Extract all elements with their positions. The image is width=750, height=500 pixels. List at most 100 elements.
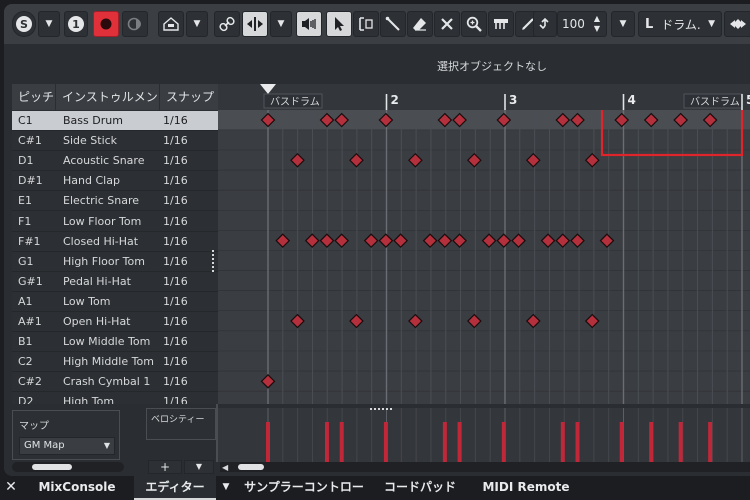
- left-locator-icon[interactable]: [260, 84, 276, 94]
- velocity-bar[interactable]: [560, 422, 565, 462]
- drum-list-row[interactable]: A1 Low Tom 1/16: [12, 292, 218, 312]
- record-button[interactable]: [93, 11, 119, 37]
- instrument-cell: Open Hi-Hat: [63, 315, 131, 328]
- snap-cell[interactable]: 1/16: [163, 352, 188, 372]
- drum-list-row[interactable]: C1 Bass Drum 1/16: [12, 111, 218, 131]
- snap-cell[interactable]: 1/16: [163, 272, 188, 292]
- drum-list-row[interactable]: D#1 Hand Clap 1/16: [12, 171, 218, 192]
- tab-mixconsole[interactable]: MixConsole: [22, 476, 132, 500]
- left-scrollbar[interactable]: [12, 462, 124, 472]
- horizontal-scrollbar-thumb[interactable]: [238, 464, 264, 470]
- snap-cell[interactable]: 1/16: [163, 332, 188, 352]
- drum-list-row[interactable]: B1 Low Middle Tom 1/16: [12, 332, 218, 353]
- drum-list-row[interactable]: G#1 Pedal Hi-Hat 1/16: [12, 272, 218, 292]
- velocity-lane-header[interactable]: ベロシティー: [146, 408, 216, 440]
- vertical-splitter-handle[interactable]: [212, 250, 215, 272]
- acoustic-feedback-button[interactable]: [296, 11, 322, 37]
- drum-list-row[interactable]: F#1 Closed Hi-Hat 1/16: [12, 232, 218, 252]
- close-zone-button[interactable]: ✕: [0, 476, 22, 500]
- scroll-left-icon[interactable]: ◀: [222, 463, 228, 472]
- editor-options-dropdown[interactable]: ▼: [186, 11, 208, 37]
- snap-cell[interactable]: 1/16: [163, 111, 188, 131]
- velocity-bar[interactable]: [339, 422, 344, 462]
- auto-scroll-button[interactable]: [242, 11, 268, 37]
- velocity-bar[interactable]: [708, 422, 713, 462]
- mute-tool[interactable]: [434, 11, 460, 37]
- velocity-bar[interactable]: [442, 422, 447, 462]
- zoom-dropdown[interactable]: ▼: [611, 11, 635, 37]
- auto-scroll-dropdown[interactable]: ▼: [270, 11, 292, 37]
- snap-cell[interactable]: 1/16: [163, 191, 188, 211]
- snap-cell[interactable]: 1/16: [163, 131, 188, 151]
- drumstick-tool[interactable]: [488, 11, 514, 37]
- monitor-icon: [127, 17, 141, 31]
- nudge-button[interactable]: [724, 11, 750, 37]
- instrument-cell: Closed Hi-Hat: [63, 234, 139, 248]
- snap-cell[interactable]: 1/16: [163, 232, 188, 252]
- left-scrollbar-thumb[interactable]: [32, 464, 72, 470]
- column-header-pitch[interactable]: ピッチ: [12, 84, 56, 110]
- column-header-instrument[interactable]: インストゥルメント: [56, 84, 160, 130]
- s-button[interactable]: S: [12, 11, 36, 37]
- drum-list-row[interactable]: D1 Acoustic Snare 1/16: [12, 151, 218, 172]
- drum-list-row[interactable]: C#1 Side Stick 1/16: [12, 131, 218, 152]
- snap-cell[interactable]: 1/16: [163, 292, 188, 312]
- map-selector[interactable]: GM Map ▼: [19, 437, 115, 455]
- velocity-lane[interactable]: [218, 408, 750, 462]
- link-button[interactable]: [214, 11, 240, 37]
- note-grid[interactable]: [218, 110, 750, 410]
- velocity-bar[interactable]: [383, 422, 388, 462]
- zoom-tool[interactable]: [461, 11, 487, 37]
- pitch-cell: D#1: [18, 174, 43, 188]
- drum-list-row[interactable]: G1 High Floor Tom 1/16: [12, 252, 218, 272]
- object-selection-tool[interactable]: [326, 11, 352, 37]
- snap-cell[interactable]: 1/16: [163, 212, 188, 232]
- lane-dropdown[interactable]: ▼: [184, 460, 214, 474]
- drum-list-row[interactable]: A#1 Open Hi-Hat 1/16: [12, 312, 218, 332]
- splitter-handle[interactable]: [370, 408, 392, 410]
- zoom-value-field[interactable]: 100 ▲ ▼: [557, 11, 607, 37]
- velocity-bar[interactable]: [619, 422, 624, 462]
- s-dropdown[interactable]: ▼: [38, 11, 60, 37]
- snap-cell[interactable]: 1/16: [163, 372, 188, 392]
- snap-toggle[interactable]: [533, 11, 557, 37]
- drum-list-row[interactable]: F1 Low Floor Tom 1/16: [12, 212, 218, 232]
- snap-cell[interactable]: 1/16: [163, 151, 188, 171]
- snap-cell[interactable]: 1/16: [163, 312, 188, 332]
- column-header-snap[interactable]: スナップ: [160, 84, 218, 110]
- erase-tool[interactable]: [407, 11, 433, 37]
- velocity-bar[interactable]: [678, 422, 683, 462]
- drum-list-row[interactable]: E1 Electric Snare 1/16: [12, 191, 218, 212]
- one-button[interactable]: 1: [64, 11, 88, 37]
- velocity-bar[interactable]: [575, 422, 580, 462]
- pitch-cell: G1: [18, 254, 34, 268]
- drum-map-selector[interactable]: L ドラム. ▼: [638, 11, 722, 37]
- velocity-bar[interactable]: [266, 422, 270, 462]
- tab-chord-pads[interactable]: コードパッド: [376, 476, 464, 500]
- solo-editor-button[interactable]: [158, 11, 184, 37]
- horizontal-scrollbar[interactable]: ◀: [220, 462, 750, 472]
- range-selection-tool[interactable]: [353, 11, 379, 37]
- bar-number: 4: [628, 93, 636, 107]
- add-button[interactable]: +: [148, 460, 182, 474]
- tab-midi-remote[interactable]: MIDI Remote: [476, 476, 576, 500]
- chevron-down-icon: ▼: [619, 19, 627, 29]
- velocity-bar[interactable]: [501, 422, 506, 462]
- instrument-cell: Electric Snare: [63, 194, 140, 208]
- velocity-bar[interactable]: [324, 422, 329, 462]
- velocity-bar[interactable]: [649, 422, 654, 462]
- drum-list-row[interactable]: C2 High Middle Tom 1/16: [12, 352, 218, 373]
- editor-tab-dropdown[interactable]: ▼: [216, 476, 236, 500]
- chevron-down-icon: ▼: [708, 19, 715, 29]
- instrument-cell: Bass Drum: [63, 114, 123, 127]
- draw-tool[interactable]: [380, 11, 406, 37]
- tab-editor[interactable]: エディター: [134, 476, 216, 500]
- velocity-bar[interactable]: [457, 422, 462, 462]
- monitor-button[interactable]: [122, 11, 148, 37]
- tab-sampler-control[interactable]: サンプラーコントロール: [242, 476, 366, 500]
- drum-list-row[interactable]: C#2 Crash Cymbal 1 1/16: [12, 372, 218, 393]
- snap-cell[interactable]: 1/16: [163, 171, 188, 191]
- snap-cell[interactable]: 1/16: [163, 252, 188, 272]
- ruler[interactable]: バスドラム バスドラム 2 3 4 5: [218, 84, 750, 110]
- velocity-graphic: [266, 408, 743, 462]
